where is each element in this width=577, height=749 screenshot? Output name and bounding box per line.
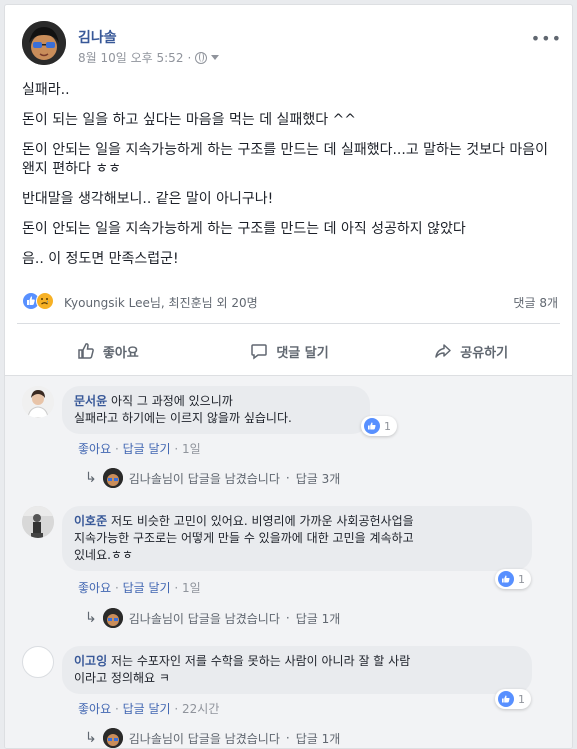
- reply-author-avatar: [102, 468, 123, 488]
- commenter-name[interactable]: 문서윤: [74, 394, 107, 408]
- comment-reaction-badge[interactable]: 1: [361, 416, 397, 436]
- reply-count: 답글 3개: [295, 471, 341, 486]
- share-icon: [435, 344, 451, 358]
- commenter-name[interactable]: 이호준: [74, 514, 107, 528]
- comment-time[interactable]: 1일: [182, 442, 201, 456]
- reply-arrow-icon: ↳: [85, 470, 97, 486]
- post-card: 김나솔 8월 10일 오후 5:52 · ••• 실패라.. 돈이 되는 일을 …: [4, 4, 573, 749]
- comment-bubble: 이고잉 저는 수포자인 저를 수학을 못하는 사람이 아니라 잘 할 사람 이라…: [62, 646, 532, 694]
- comment-time[interactable]: 1일: [182, 581, 201, 595]
- comment-count[interactable]: 댓글 8개: [513, 294, 558, 311]
- reply-summary-row[interactable]: ↳ 김나솔님이 답글을 남겼습니다 · 답글 1개: [85, 608, 340, 628]
- reaction-icons[interactable]: [22, 292, 58, 310]
- comment-button[interactable]: 댓글 달기: [199, 331, 381, 371]
- reply-summary-text: 김나솔님이 답글을 남겼습니다: [128, 471, 280, 486]
- post-actions: 좋아요 댓글 달기 공유하기: [17, 331, 562, 371]
- post-paragraph: 실패라..: [22, 82, 70, 98]
- reply-arrow-icon: ↳: [85, 730, 97, 746]
- comment-text: 아직 그 과정에 있으니까: [110, 394, 233, 408]
- comment-like-link[interactable]: 좋아요: [78, 702, 111, 716]
- comment-text: 저도 비슷한 고민이 있어요. 비영리에 가까운 사회공헌사업을: [110, 514, 414, 528]
- comment-actions: 좋아요 · 답글 달기 · 1일: [78, 581, 201, 595]
- post-body: 실패라.. 돈이 되는 일을 하고 싶다는 마음을 먹는 데 실패했다 ^^ 돈…: [22, 81, 557, 280]
- comments-section: 문서윤 아직 그 과정에 있으니까 실패라고 하기에는 이르지 않을까 싶습니다…: [5, 375, 572, 748]
- post-meta: 8월 10일 오후 5:52 ·: [78, 49, 220, 66]
- share-button[interactable]: 공유하기: [380, 331, 562, 371]
- comment-like-count: 1: [518, 572, 525, 586]
- like-reaction-icon: [498, 691, 514, 707]
- comment-text: 있네요.ㅎㅎ: [74, 548, 134, 562]
- reactions-bar: Kyoungsik Lee님, 최진훈님 외 20명 댓글 8개: [22, 291, 558, 313]
- globe-icon: [195, 51, 208, 64]
- post-paragraph: 돈이 안되는 일을 지속가능하게 하는 구조를 만드는 데 아직 성공하지 않았…: [22, 221, 466, 237]
- post-paragraph: 돈이 안되는 일을 지속가능하게 하는 구조를 만드는 데 실패했다...고 말…: [22, 142, 548, 177]
- comment-button-label: 댓글 달기: [276, 345, 329, 361]
- comment-icon: [251, 344, 268, 360]
- comment-bubble: 문서윤 아직 그 과정에 있으니까 실패라고 하기에는 이르지 않을까 싶습니다…: [62, 386, 370, 434]
- reply-count: 답글 1개: [295, 731, 341, 746]
- post-paragraph: 돈이 되는 일을 하고 싶다는 마음을 먹는 데 실패했다 ^^: [22, 112, 356, 128]
- comment-reaction-badge[interactable]: 1: [495, 689, 531, 709]
- comment-text: 이라고 정의해요 ㅋ: [74, 671, 170, 685]
- comment-reaction-badge[interactable]: 1: [495, 569, 531, 589]
- comment-text: 실패라고 하기에는 이르지 않을까 싶습니다.: [74, 411, 292, 425]
- post-header: 김나솔 8월 10일 오후 5:52 · •••: [22, 21, 562, 69]
- divider: [17, 323, 560, 324]
- reply-count: 답글 1개: [295, 611, 341, 626]
- post-paragraph: 반대말을 생각해보니.. 같은 말이 아니구나!: [22, 191, 274, 207]
- comment-time[interactable]: 22시간: [182, 702, 219, 716]
- commenter-avatar[interactable]: [22, 646, 54, 678]
- like-button[interactable]: 좋아요: [17, 331, 199, 371]
- comment-actions: 좋아요 · 답글 달기 · 22시간: [78, 702, 220, 716]
- comment-like-link[interactable]: 좋아요: [78, 442, 111, 456]
- post-timestamp[interactable]: 8월 10일 오후 5:52: [78, 49, 183, 66]
- comment-reply-link[interactable]: 답글 달기: [123, 581, 171, 595]
- author-name[interactable]: 김나솔: [78, 27, 117, 47]
- reply-summary-text: 김나솔님이 답글을 남겼습니다: [128, 731, 280, 746]
- post-paragraph: 음.. 이 정도면 만족스럽군!: [22, 251, 179, 267]
- sad-reaction-icon: [36, 292, 54, 310]
- reaction-names[interactable]: Kyoungsik Lee님, 최진훈님 외 20명: [64, 294, 258, 311]
- share-button-label: 공유하기: [460, 345, 509, 361]
- comment-reply-link[interactable]: 답글 달기: [123, 442, 171, 456]
- comment-like-count: 1: [518, 692, 525, 706]
- comment-text: 지속가능한 구조로는 어떻게 만들 수 있을까에 대한 고민을 계속하고: [74, 531, 414, 545]
- like-button-label: 좋아요: [102, 345, 139, 361]
- comment-reply-link[interactable]: 답글 달기: [123, 702, 171, 716]
- meta-separator: ·: [187, 50, 192, 65]
- commenter-name[interactable]: 이고잉: [74, 654, 107, 668]
- comment-like-link[interactable]: 좋아요: [78, 581, 111, 595]
- reply-author-avatar: [102, 728, 123, 748]
- reply-summary-row[interactable]: ↳ 김나솔님이 답글을 남겼습니다 · 답글 3개: [85, 468, 340, 488]
- commenter-avatar[interactable]: [22, 386, 54, 418]
- reply-summary-text: 김나솔님이 답글을 남겼습니다: [128, 611, 280, 626]
- commenter-avatar[interactable]: [22, 506, 54, 538]
- thumbs-up-icon: [78, 343, 94, 359]
- like-reaction-icon: [364, 418, 380, 434]
- comment-text: 저는 수포자인 저를 수학을 못하는 사람이 아니라 잘 할 사람: [110, 654, 411, 668]
- audience-chevron-down-icon[interactable]: [211, 55, 220, 60]
- comment-like-count: 1: [384, 419, 391, 433]
- reply-summary-row[interactable]: ↳ 김나솔님이 답글을 남겼습니다 · 답글 1개: [85, 728, 340, 748]
- reply-arrow-icon: ↳: [85, 610, 97, 626]
- like-reaction-icon: [498, 571, 514, 587]
- comment-bubble: 이호준 저도 비슷한 고민이 있어요. 비영리에 가까운 사회공헌사업을 지속가…: [62, 506, 532, 571]
- comment-actions: 좋아요 · 답글 달기 · 1일: [78, 442, 201, 456]
- more-options-icon[interactable]: •••: [531, 29, 562, 48]
- reply-author-avatar: [102, 608, 123, 628]
- author-avatar[interactable]: [22, 21, 66, 65]
